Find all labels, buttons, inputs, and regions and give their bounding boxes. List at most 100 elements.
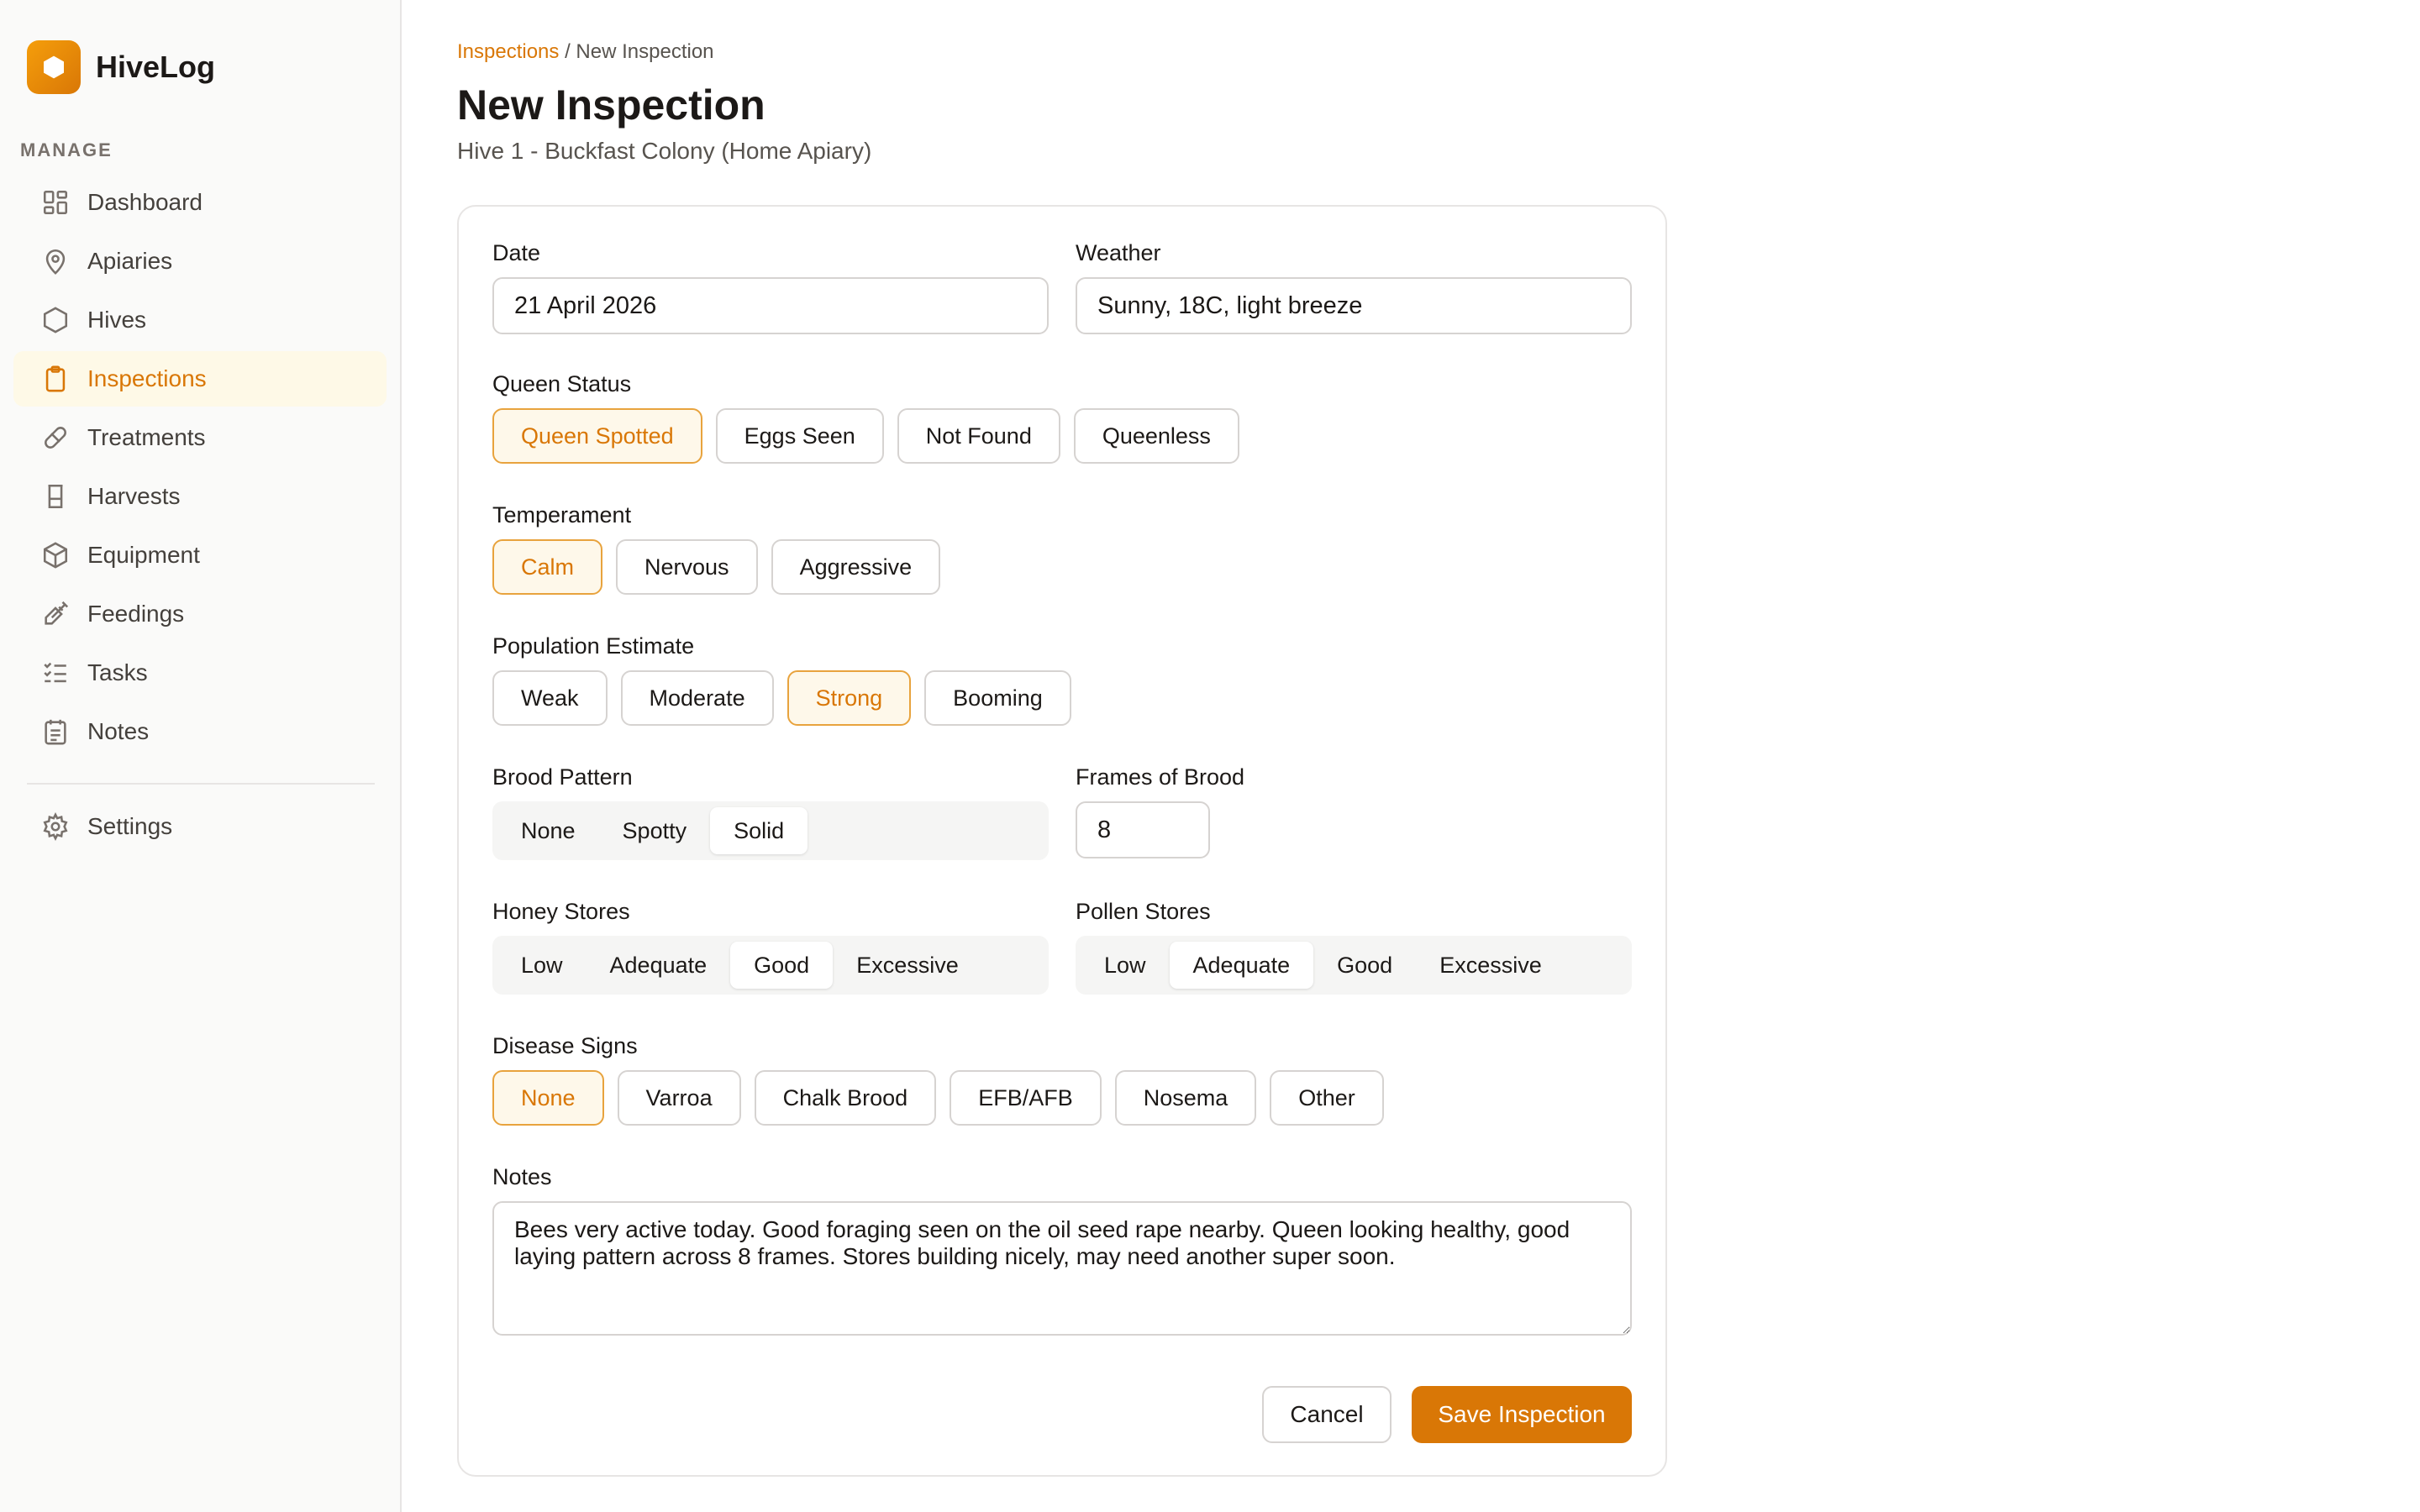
frames-of-brood-input[interactable] (1076, 801, 1210, 858)
disease-signs-option-efb-afb[interactable]: EFB/AFB (950, 1070, 1102, 1126)
brood-pattern-option-solid[interactable]: Solid (710, 807, 808, 854)
notes-label: Notes (492, 1164, 552, 1189)
queen-status-option-not-found[interactable]: Not Found (897, 408, 1060, 464)
pollen-stores-option-good[interactable]: Good (1313, 942, 1416, 989)
population-options: Weak Moderate Strong Booming (492, 670, 1085, 726)
pill-icon (40, 423, 71, 453)
frames-of-brood-label: Frames of Brood (1076, 764, 1245, 790)
sidebar-item-dashboard[interactable]: Dashboard (13, 175, 387, 230)
pollen-stores-option-adequate[interactable]: Adequate (1169, 942, 1314, 989)
temperament-option-nervous[interactable]: Nervous (616, 539, 758, 595)
honey-stores-option-adequate[interactable]: Adequate (587, 942, 731, 989)
honey-stores-option-good[interactable]: Good (730, 942, 834, 989)
temperament-option-aggressive[interactable]: Aggressive (771, 539, 941, 595)
clipboard-icon (40, 364, 71, 394)
temperament-label: Temperament (492, 502, 632, 528)
weather-label: Weather (1076, 240, 1161, 265)
sidebar-item-equipment[interactable]: Equipment (13, 528, 387, 583)
population-option-booming[interactable]: Booming (924, 670, 1071, 726)
hexagon-icon (40, 305, 71, 335)
sidebar-item-hives[interactable]: Hives (13, 292, 387, 348)
hive-logo-icon (27, 40, 81, 94)
sidebar-item-label: Settings (87, 813, 173, 839)
pollen-stores-option-low[interactable]: Low (1081, 942, 1170, 989)
honey-stores-label: Honey Stores (492, 899, 630, 924)
date-label: Date (492, 240, 541, 265)
queen-status-options: Queen Spotted Eggs Seen Not Found Queenl… (492, 408, 1253, 464)
sidebar-item-settings[interactable]: Settings (13, 799, 387, 854)
section-label-manage: MANAGE (20, 139, 113, 160)
sidebar-item-notes[interactable]: Notes (13, 704, 387, 759)
temperament-options: Calm Nervous Aggressive (492, 539, 954, 595)
breadcrumb-link-inspections[interactable]: Inspections (457, 40, 559, 63)
date-input[interactable] (492, 277, 1049, 334)
honey-stores-option-excessive[interactable]: Excessive (833, 942, 982, 989)
disease-signs-option-varroa[interactable]: Varroa (617, 1070, 741, 1126)
brood-pattern-label: Brood Pattern (492, 764, 633, 790)
disease-signs-label: Disease Signs (492, 1033, 638, 1058)
page-title: New Inspection (457, 81, 765, 129)
sidebar-item-label: Dashboard (87, 189, 203, 215)
honey-stores-option-low[interactable]: Low (497, 942, 587, 989)
honey-stores-segmented: Low Adequate Good Excessive (492, 936, 1049, 995)
sidebar-item-label: Hives (87, 307, 147, 333)
sidebar-item-label: Apiaries (87, 248, 173, 274)
inspection-form-card: Date Weather Queen Status Queen Spotted … (457, 205, 1667, 1477)
population-label: Population Estimate (492, 633, 695, 659)
cancel-button[interactable]: Cancel (1262, 1386, 1392, 1443)
gear-icon (40, 811, 71, 842)
pollen-stores-segmented: Low Adequate Good Excessive (1076, 936, 1632, 995)
queen-status-option-queenless[interactable]: Queenless (1073, 408, 1239, 464)
syringe-icon (40, 599, 71, 629)
disease-signs-option-nosema[interactable]: Nosema (1114, 1070, 1257, 1126)
breadcrumb: Inspections / New Inspection (457, 40, 714, 64)
population-option-weak[interactable]: Weak (492, 670, 608, 726)
brood-pattern-option-none[interactable]: None (497, 807, 599, 854)
sidebar-item-label: Equipment (87, 542, 200, 568)
breadcrumb-current: New Inspection (576, 40, 714, 63)
page-subtitle: Hive 1 - Buckfast Colony (Home Apiary) (457, 138, 872, 164)
box-icon (40, 540, 71, 570)
brood-pattern-segmented: None Spotty Solid (492, 801, 1049, 860)
population-option-strong[interactable]: Strong (786, 670, 912, 726)
sidebar-item-inspections[interactable]: Inspections (13, 351, 387, 407)
notes-textarea[interactable]: Bees very active today. Good foraging se… (492, 1201, 1632, 1336)
sidebar-settings-group: Settings (13, 799, 387, 858)
queen-status-option-eggs-seen[interactable]: Eggs Seen (715, 408, 884, 464)
sidebar-divider (27, 783, 375, 785)
map-pin-icon (40, 246, 71, 276)
brood-pattern-option-spotty[interactable]: Spotty (599, 807, 711, 854)
app-name: HiveLog (96, 50, 216, 84)
sidebar-item-label: Feedings (87, 601, 185, 627)
notepad-icon (40, 717, 71, 747)
population-option-moderate[interactable]: Moderate (620, 670, 774, 726)
pollen-stores-label: Pollen Stores (1076, 899, 1211, 924)
sidebar-item-label: Harvests (87, 483, 181, 509)
sidebar-item-label: Tasks (87, 659, 148, 685)
sidebar: HiveLog MANAGE Dashboard Apiaries Hives (0, 0, 402, 1512)
temperament-option-calm[interactable]: Calm (492, 539, 603, 595)
sidebar-item-feedings[interactable]: Feedings (13, 586, 387, 642)
sidebar-item-label: Notes (87, 718, 150, 744)
save-inspection-button[interactable]: Save Inspection (1412, 1386, 1632, 1443)
disease-signs-options: None Varroa Chalk Brood EFB/AFB Nosema O… (492, 1070, 1397, 1126)
disease-signs-option-other[interactable]: Other (1270, 1070, 1384, 1126)
queen-status-label: Queen Status (492, 371, 632, 396)
sidebar-item-label: Treatments (87, 424, 206, 450)
checklist-icon (40, 658, 71, 688)
weather-input[interactable] (1076, 277, 1632, 334)
sidebar-item-tasks[interactable]: Tasks (13, 645, 387, 701)
sidebar-item-harvests[interactable]: Harvests (13, 469, 387, 524)
disease-signs-option-none[interactable]: None (492, 1070, 604, 1126)
dashboard-icon (40, 187, 71, 218)
brand[interactable]: HiveLog (27, 40, 215, 94)
queen-status-option-queen-spotted[interactable]: Queen Spotted (492, 408, 702, 464)
sidebar-item-apiaries[interactable]: Apiaries (13, 234, 387, 289)
sidebar-item-treatments[interactable]: Treatments (13, 410, 387, 465)
breadcrumb-separator: / (559, 40, 576, 63)
pollen-stores-option-excessive[interactable]: Excessive (1416, 942, 1565, 989)
sidebar-nav: Dashboard Apiaries Hives Inspections Tre… (13, 175, 387, 763)
jar-icon (40, 481, 71, 512)
disease-signs-option-chalk-brood[interactable]: Chalk Brood (754, 1070, 937, 1126)
sidebar-item-label: Inspections (87, 365, 207, 391)
